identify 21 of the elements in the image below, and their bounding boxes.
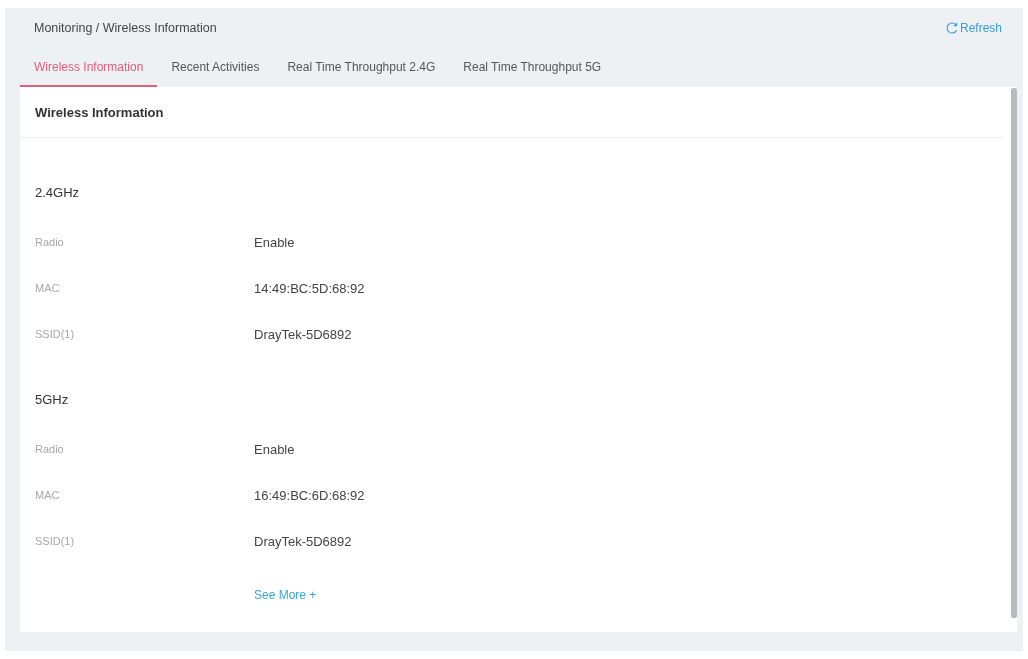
field-value: 14:49:BC:5D:68:92	[254, 280, 365, 296]
section-title: 2.4GHz	[35, 184, 80, 202]
field-value: DrayTek-5D6892	[254, 326, 352, 342]
section-title: 5GHz	[35, 391, 69, 409]
field-label: Radio	[35, 443, 65, 455]
refresh-icon	[945, 22, 958, 34]
card-title: Wireless Information	[20, 87, 1003, 138]
field-value: DrayTek-5D6892	[254, 533, 352, 549]
field-label: MAC	[35, 489, 61, 501]
field-label: Radio	[35, 236, 65, 248]
tab[interactable]: Real Time Throughput 2.4G	[273, 48, 450, 87]
field-value: Enable	[254, 234, 295, 250]
field-label: MAC	[35, 282, 61, 294]
tab[interactable]: Recent Activities	[157, 48, 274, 87]
scrollbar[interactable]	[1011, 88, 1017, 618]
field-value: 16:49:BC:6D:68:92	[254, 487, 365, 503]
breadcrumb: Monitoring / Wireless Information	[34, 21, 217, 35]
field-label: SSID(1)	[35, 328, 76, 340]
field-value: Enable	[254, 441, 295, 457]
tab[interactable]: Real Time Throughput 5G	[449, 48, 616, 87]
field-label: SSID(1)	[35, 535, 76, 547]
